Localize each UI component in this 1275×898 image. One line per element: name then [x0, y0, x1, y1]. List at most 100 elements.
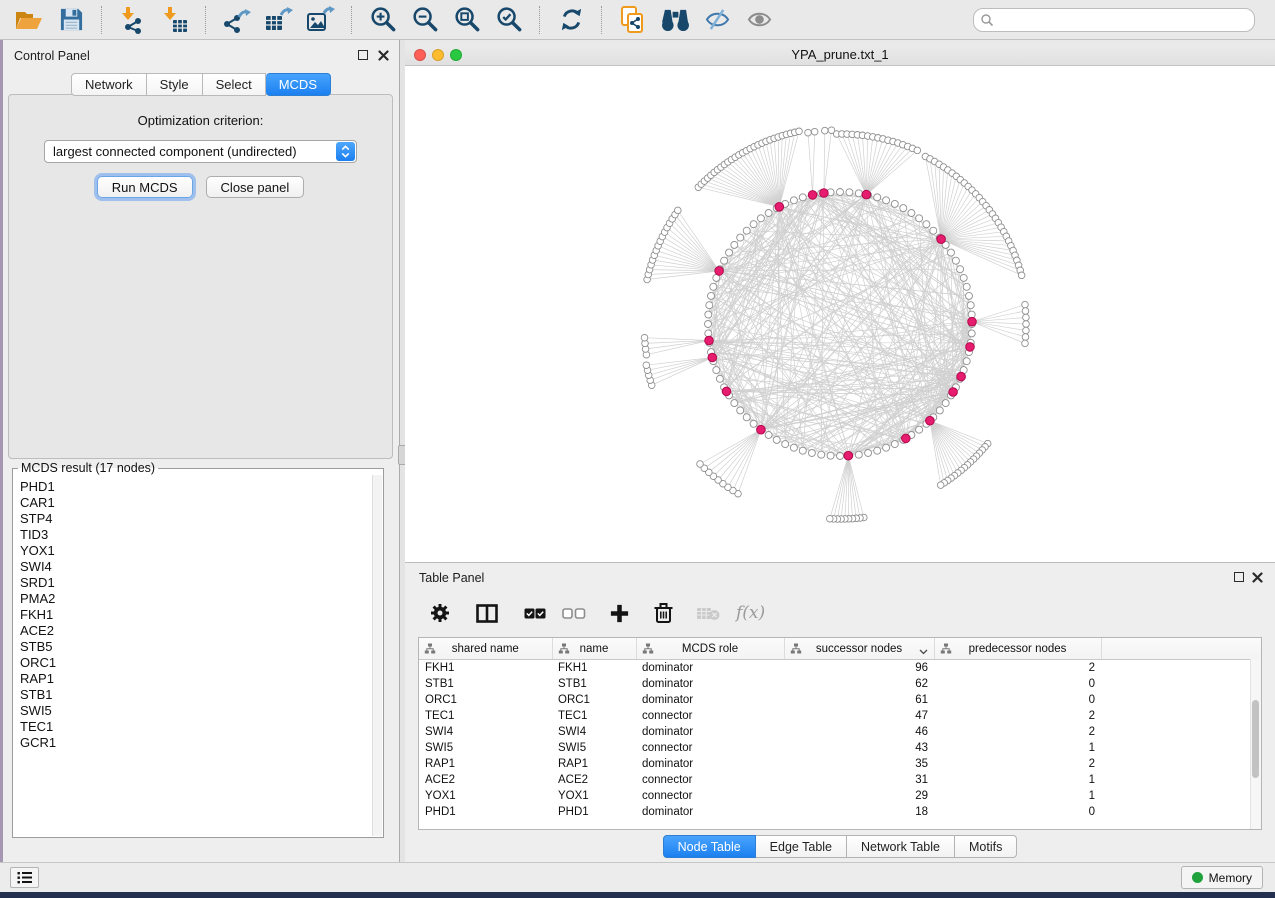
- cell-shared-name[interactable]: SWI5: [419, 740, 552, 756]
- mcds-result-item[interactable]: GCR1: [20, 735, 373, 751]
- cell-successor-nodes[interactable]: 35: [784, 756, 934, 772]
- table-row[interactable]: FKH1FKH1dominator962: [419, 660, 1261, 677]
- mcds-result-list[interactable]: PHD1CAR1STP4TID3YOX1SWI4SRD1PMA2FKH1ACE2…: [13, 477, 373, 837]
- zoom-in-button[interactable]: [365, 3, 401, 37]
- cell-shared-name[interactable]: SWI4: [419, 724, 552, 740]
- cell-predecessor-nodes[interactable]: 2: [934, 724, 1101, 740]
- search-input[interactable]: [994, 12, 1248, 28]
- cell-successor-nodes[interactable]: 43: [784, 740, 934, 756]
- unselect-all-button[interactable]: [562, 608, 586, 619]
- mcds-result-item[interactable]: CAR1: [20, 495, 373, 511]
- cell-mcds-role[interactable]: dominator: [636, 756, 784, 772]
- mcds-result-item[interactable]: STP4: [20, 511, 373, 527]
- cell-predecessor-nodes[interactable]: 1: [934, 772, 1101, 788]
- cell-successor-nodes[interactable]: 31: [784, 772, 934, 788]
- delete-row-button[interactable]: [653, 602, 674, 624]
- cell-predecessor-nodes[interactable]: 0: [934, 692, 1101, 708]
- show-columns-button[interactable]: [476, 604, 498, 623]
- select-all-button[interactable]: [524, 608, 546, 619]
- export-image-button[interactable]: [303, 3, 339, 37]
- delete-table-button[interactable]: [696, 606, 720, 621]
- column-header-shared-name[interactable]: shared name: [419, 638, 552, 660]
- tab-motifs[interactable]: Motifs: [955, 835, 1017, 858]
- cell-successor-nodes[interactable]: 61: [784, 692, 934, 708]
- float-table-panel-icon[interactable]: [1233, 571, 1245, 583]
- cell-successor-nodes[interactable]: 96: [784, 660, 934, 677]
- sort-chevron-icon[interactable]: [919, 646, 928, 658]
- mcds-result-item[interactable]: STB1: [20, 687, 373, 703]
- table-scrollbar-thumb[interactable]: [1252, 700, 1259, 778]
- cell-successor-nodes[interactable]: 62: [784, 676, 934, 692]
- mcds-result-item[interactable]: ACE2: [20, 623, 373, 639]
- tab-node-table[interactable]: Node Table: [663, 835, 756, 858]
- save-session-button[interactable]: [53, 3, 89, 37]
- cell-predecessor-nodes[interactable]: 0: [934, 676, 1101, 692]
- open-file-button[interactable]: [11, 3, 47, 37]
- cell-successor-nodes[interactable]: 18: [784, 804, 934, 820]
- function-builder-label[interactable]: f(x): [736, 603, 765, 623]
- mcds-result-item[interactable]: STB5: [20, 639, 373, 655]
- tab-edge-table[interactable]: Edge Table: [756, 835, 847, 858]
- search-field[interactable]: [973, 8, 1255, 32]
- cell-name[interactable]: RAP1: [552, 756, 636, 772]
- cell-successor-nodes[interactable]: 46: [784, 724, 934, 740]
- result-list-scrollbar[interactable]: [372, 475, 382, 836]
- refresh-network-button[interactable]: [553, 3, 589, 37]
- tab-network[interactable]: Network: [71, 73, 147, 96]
- cell-shared-name[interactable]: TEC1: [419, 708, 552, 724]
- column-header-successor-nodes[interactable]: successor nodes: [784, 638, 934, 660]
- tab-mcds[interactable]: MCDS: [266, 73, 331, 96]
- table-row[interactable]: STB1STB1dominator620: [419, 676, 1261, 692]
- table-scrollbar[interactable]: [1250, 659, 1261, 829]
- cell-predecessor-nodes[interactable]: 0: [934, 804, 1101, 820]
- cell-successor-nodes[interactable]: 29: [784, 788, 934, 804]
- cell-mcds-role[interactable]: dominator: [636, 676, 784, 692]
- zoom-fit-button[interactable]: [449, 3, 485, 37]
- mcds-result-item[interactable]: PMA2: [20, 591, 373, 607]
- cell-shared-name[interactable]: PHD1: [419, 804, 552, 820]
- table-row[interactable]: YOX1YOX1connector291: [419, 788, 1261, 804]
- mcds-result-item[interactable]: RAP1: [20, 671, 373, 687]
- run-mcds-button[interactable]: Run MCDS: [97, 176, 193, 198]
- table-row[interactable]: PHD1PHD1dominator180: [419, 804, 1261, 820]
- tab-style[interactable]: Style: [147, 73, 203, 96]
- cell-name[interactable]: STB1: [552, 676, 636, 692]
- cell-shared-name[interactable]: YOX1: [419, 788, 552, 804]
- cell-name[interactable]: ACE2: [552, 772, 636, 788]
- table-row[interactable]: SWI5SWI5connector431: [419, 740, 1261, 756]
- cell-name[interactable]: FKH1: [552, 660, 636, 677]
- column-header-name[interactable]: name: [552, 638, 636, 660]
- cell-mcds-role[interactable]: dominator: [636, 724, 784, 740]
- cell-shared-name[interactable]: ACE2: [419, 772, 552, 788]
- mcds-result-item[interactable]: TEC1: [20, 719, 373, 735]
- ui-panel-list-button[interactable]: [10, 867, 39, 888]
- table-settings-gear-button[interactable]: [430, 603, 450, 623]
- close-panel-icon[interactable]: [377, 49, 389, 61]
- network-canvas[interactable]: [405, 66, 1275, 562]
- cell-name[interactable]: YOX1: [552, 788, 636, 804]
- cell-successor-nodes[interactable]: 47: [784, 708, 934, 724]
- hide-details-button[interactable]: [699, 3, 735, 37]
- float-panel-icon[interactable]: [357, 49, 369, 61]
- node-table[interactable]: shared namenameMCDS rolesuccessor nodesp…: [419, 638, 1261, 820]
- import-table-button[interactable]: [157, 3, 193, 37]
- cell-predecessor-nodes[interactable]: 1: [934, 788, 1101, 804]
- column-header-MCDS-role[interactable]: MCDS role: [636, 638, 784, 660]
- cell-mcds-role[interactable]: dominator: [636, 660, 784, 677]
- mcds-result-item[interactable]: SRD1: [20, 575, 373, 591]
- add-row-button[interactable]: [610, 604, 629, 623]
- cell-predecessor-nodes[interactable]: 2: [934, 660, 1101, 677]
- tab-select[interactable]: Select: [203, 73, 266, 96]
- cell-predecessor-nodes[interactable]: 1: [934, 740, 1101, 756]
- table-row[interactable]: SWI4SWI4dominator462: [419, 724, 1261, 740]
- clone-network-button[interactable]: [615, 3, 651, 37]
- cell-mcds-role[interactable]: connector: [636, 708, 784, 724]
- mcds-result-item[interactable]: SWI4: [20, 559, 373, 575]
- mcds-result-item[interactable]: YOX1: [20, 543, 373, 559]
- import-network-button[interactable]: [115, 3, 151, 37]
- table-row[interactable]: TEC1TEC1connector472: [419, 708, 1261, 724]
- zoom-out-button[interactable]: [407, 3, 443, 37]
- table-row[interactable]: ACE2ACE2connector311: [419, 772, 1261, 788]
- cell-mcds-role[interactable]: connector: [636, 772, 784, 788]
- memory-button[interactable]: Memory: [1181, 866, 1263, 889]
